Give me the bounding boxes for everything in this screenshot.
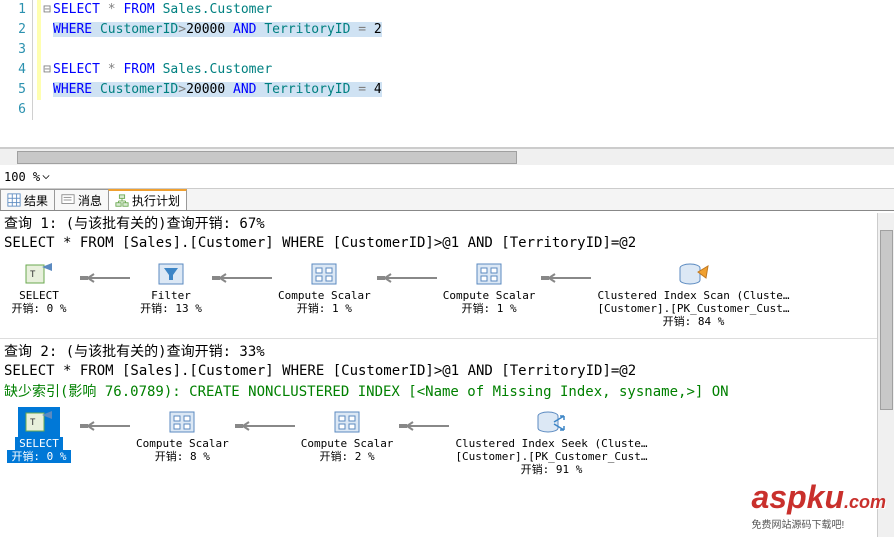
compute-scalar-icon [332,408,362,436]
plan-node-compute-scalar[interactable]: Compute Scalar开销: 1 % [278,259,371,315]
plan-node-select[interactable]: T SELECT开销: 0 % [4,407,74,463]
grid-icon [7,193,21,207]
plan-node-filter[interactable]: Filter开销: 13 % [136,259,206,315]
index-seek-icon [534,408,568,436]
tab-results[interactable]: 结果 [0,189,55,210]
plan-arrow [371,273,443,283]
compute-scalar-icon [167,408,197,436]
query1-header: 查询 1: (与该批有关的)查询开销: 67% [0,211,894,235]
query2-sql: SELECT * FROM [Sales].[Customer] WHERE [… [0,363,894,381]
query2-header: 查询 2: (与该批有关的)查询开销: 33% [0,339,894,363]
watermark: aspku.com 免费网站源码下载吧! [752,479,887,531]
index-scan-icon [676,260,710,288]
plan-node-index-scan[interactable]: Clustered Index Scan (Cluste…[Customer].… [597,259,789,328]
execution-plan-pane[interactable]: 查询 1: (与该批有关的)查询开销: 67% SELECT * FROM [S… [0,211,894,486]
query2-plan-row: T SELECT开销: 0 % Compute Scalar开销: 8 % Co… [0,401,894,486]
plan-arrow [535,273,597,283]
plan-arrow [74,273,136,283]
fold-icon[interactable]: ⊟ [41,0,53,20]
compute-scalar-icon [474,260,504,288]
vertical-scrollbar[interactable] [877,213,894,537]
plan-arrow [74,421,136,431]
missing-index-hint[interactable]: 缺少索引(影响 76.0789): CREATE NONCLUSTERED IN… [0,381,894,401]
message-icon [61,193,75,207]
plan-node-compute-scalar[interactable]: Compute Scalar开销: 2 % [301,407,394,463]
line-gutter: 123 456 [0,0,32,120]
tab-execution-plan[interactable]: 执行计划 [108,189,187,210]
tab-messages[interactable]: 消息 [54,189,109,210]
plan-icon [115,194,129,208]
query1-plan-row: T SELECT开销: 0 % Filter开销: 13 % Compute S… [0,253,894,339]
plan-node-select[interactable]: T SELECT开销: 0 % [4,259,74,315]
horizontal-scrollbar[interactable] [0,148,894,165]
results-tabs: 结果 消息 执行计划 [0,189,894,211]
svg-text:T: T [30,270,36,280]
plan-arrow [206,273,278,283]
filter-icon [156,260,186,288]
plan-arrow [229,421,301,431]
zoom-control[interactable]: 100 % [0,165,894,189]
sql-editor[interactable]: 123 456 ⊟SELECT * FROM Sales.Customer WH… [0,0,894,148]
code-area[interactable]: ⊟SELECT * FROM Sales.Customer WHERE Cust… [32,0,894,120]
plan-arrow [393,421,455,431]
plan-node-compute-scalar[interactable]: Compute Scalar开销: 1 % [443,259,536,315]
query1-sql: SELECT * FROM [Sales].[Customer] WHERE [… [0,235,894,253]
svg-text:T: T [30,418,36,428]
plan-node-index-seek[interactable]: Clustered Index Seek (Cluste…[Customer].… [455,407,647,476]
fold-icon[interactable]: ⊟ [41,60,53,80]
compute-scalar-icon [309,260,339,288]
chevron-down-icon[interactable] [42,173,50,181]
select-icon: T [24,261,54,287]
select-icon: T [24,409,54,435]
plan-node-compute-scalar[interactable]: Compute Scalar开销: 8 % [136,407,229,463]
